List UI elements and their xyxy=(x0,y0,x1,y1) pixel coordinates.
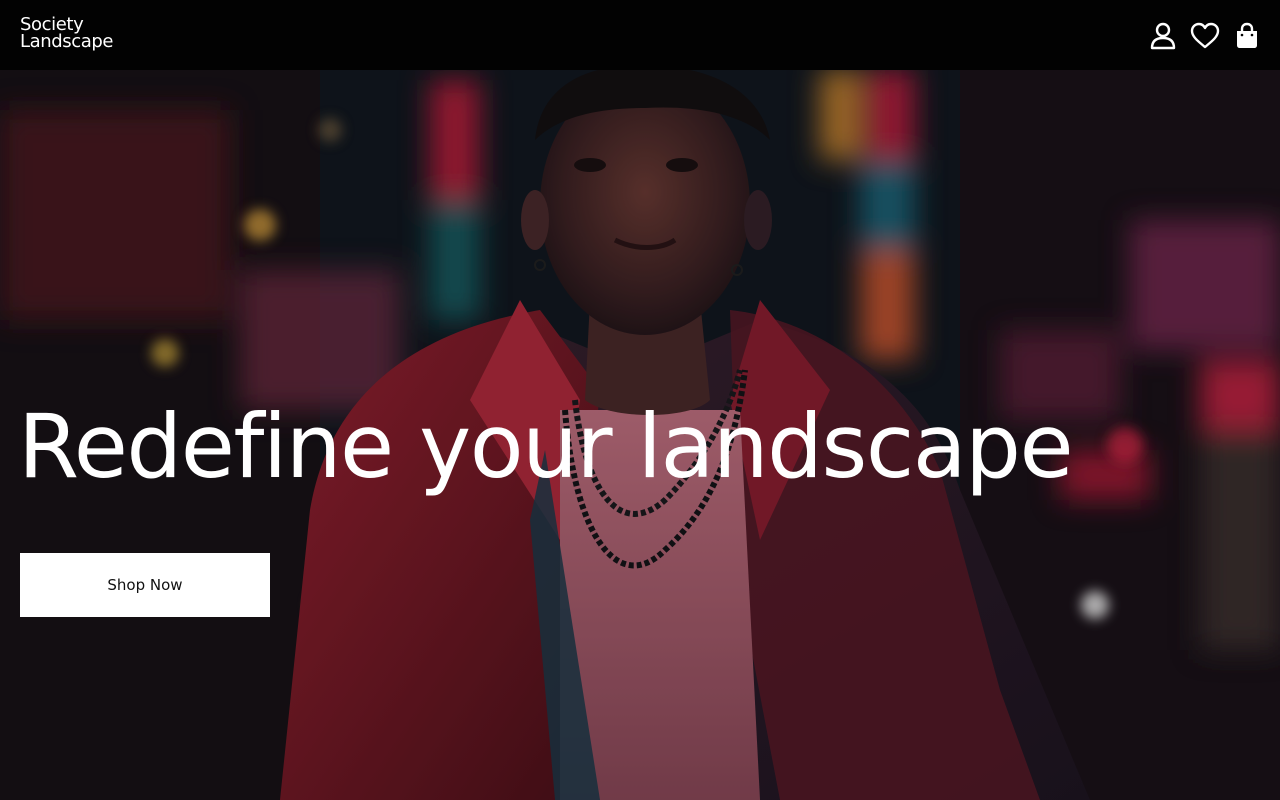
heart-icon xyxy=(1190,22,1220,49)
header-icons xyxy=(1136,21,1262,51)
wishlist-button[interactable] xyxy=(1190,21,1220,51)
site-header: Society Landscape xyxy=(0,0,1280,70)
user-icon xyxy=(1150,22,1176,50)
hero-section: Redefine your landscape Shop Now xyxy=(0,70,1280,800)
shopping-bag-icon xyxy=(1237,22,1257,48)
shop-now-button[interactable]: Shop Now xyxy=(20,553,270,617)
cart-button[interactable] xyxy=(1232,21,1262,51)
brand-logo-line2: Landscape xyxy=(20,31,114,52)
account-button[interactable] xyxy=(1148,21,1178,51)
brand-logo[interactable]: Society Landscape xyxy=(20,16,130,52)
hero-headline: Redefine your landscape xyxy=(18,395,1074,498)
